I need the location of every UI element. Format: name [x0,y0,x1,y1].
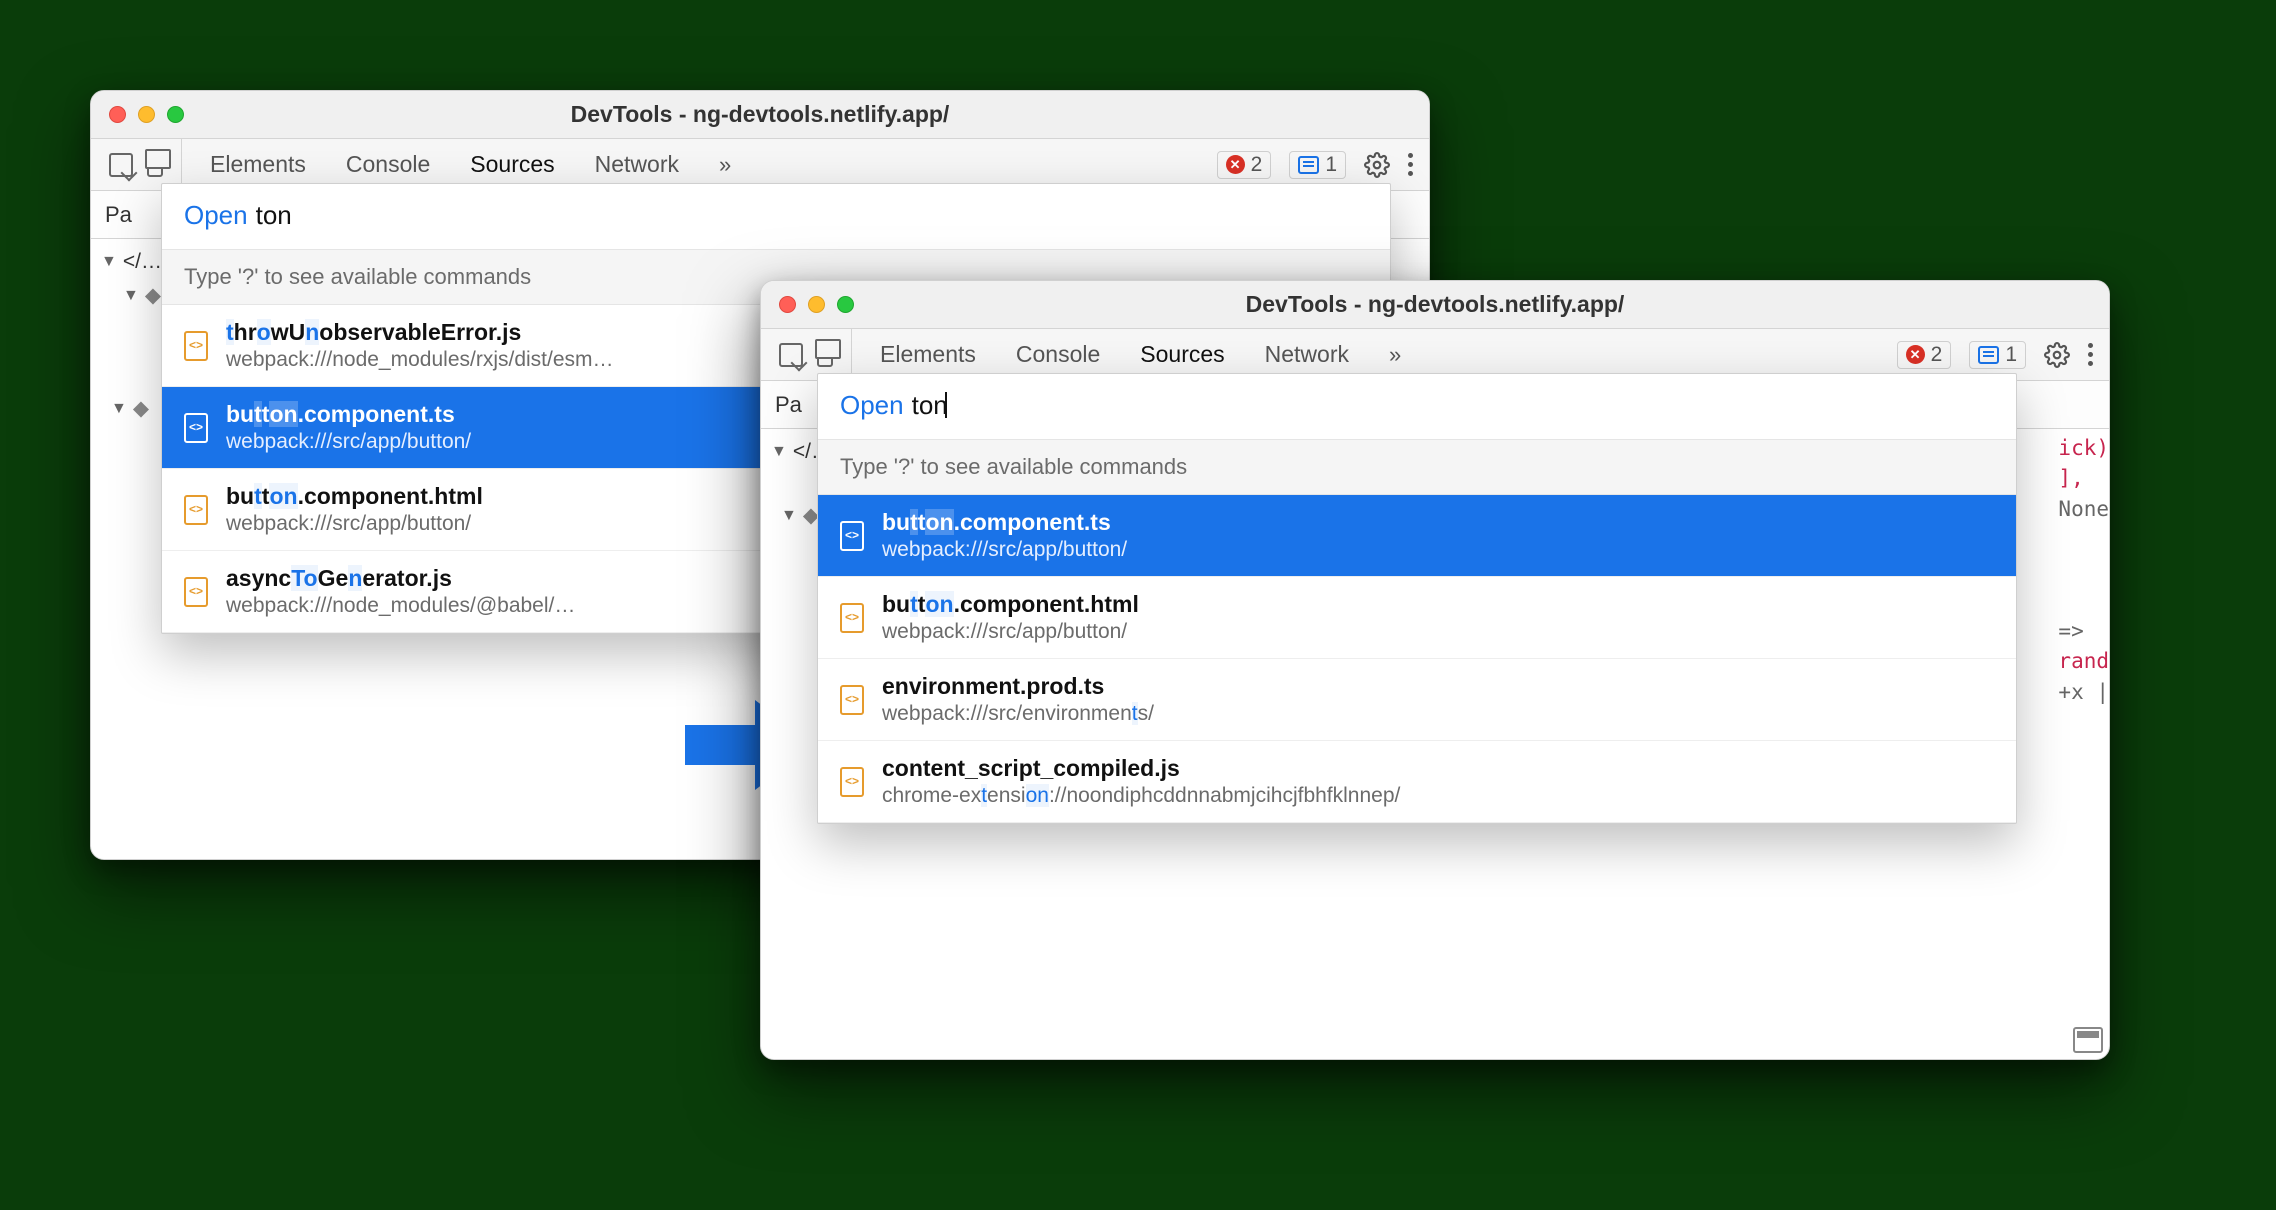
result-filename: button.component.html [226,483,483,510]
result-filename: button.component.ts [226,401,471,428]
maximize-button[interactable] [837,296,854,313]
gear-icon[interactable] [1364,152,1390,178]
palette-query-text: ton [256,200,292,231]
palette-result[interactable]: environment.prod.tswebpack:///src/enviro… [818,659,2016,741]
inspect-element-icon[interactable] [109,153,133,177]
file-icon [184,577,208,607]
error-count-badge[interactable]: ✕2 [1217,151,1272,179]
error-count-badge[interactable]: ✕2 [1897,341,1952,369]
tab-sources[interactable]: Sources [1140,341,1224,368]
close-button[interactable] [109,106,126,123]
result-path: webpack:///src/app/button/ [226,430,471,454]
result-filename: throwUnobservableError.js [226,319,614,346]
palette-query-row[interactable]: Open ton [162,184,1390,250]
tree-row: </… [123,245,162,279]
result-filename: asyncToGenerator.js [226,565,575,592]
minimize-button[interactable] [808,296,825,313]
message-count: 1 [2005,343,2017,367]
kebab-menu-icon[interactable] [2088,343,2093,366]
file-icon [184,495,208,525]
result-filename: content_script_compiled.js [882,755,1400,782]
result-path: webpack:///src/app/button/ [882,620,1139,644]
palette-result[interactable]: button.component.htmlwebpack:///src/app/… [818,577,2016,659]
result-path: webpack:///node_modules/@babel/… [226,594,575,618]
kebab-menu-icon[interactable] [1408,153,1413,176]
result-path: webpack:///src/app/button/ [226,512,483,536]
window-title: DevTools - ng-devtools.netlify.app/ [761,291,2109,318]
drawer-toggle-icon[interactable] [2073,1027,2103,1053]
message-count: 1 [1325,153,1337,177]
tab-elements[interactable]: Elements [880,341,976,368]
file-icon [184,331,208,361]
message-count-badge[interactable]: 1 [1969,341,2026,369]
palette-results: button.component.tswebpack:///src/app/bu… [818,495,2016,823]
window-titlebar: DevTools - ng-devtools.netlify.app/ [761,281,2109,329]
window-titlebar: DevTools - ng-devtools.netlify.app/ [91,91,1429,139]
file-icon [840,685,864,715]
result-path: webpack:///src/app/button/ [882,538,1127,562]
maximize-button[interactable] [167,106,184,123]
traffic-lights [779,296,854,313]
palette-hint: Type '?' to see available commands [818,440,2016,495]
result-path: webpack:///src/environments/ [882,702,1154,726]
gear-icon[interactable] [2044,342,2070,368]
file-icon [840,767,864,797]
message-count-badge[interactable]: 1 [1289,151,1346,179]
tab-network[interactable]: Network [595,151,679,178]
devtools-window-after: DevTools - ng-devtools.netlify.app/ Elem… [760,280,2110,1060]
tab-sources[interactable]: Sources [470,151,554,178]
result-filename: environment.prod.ts [882,673,1154,700]
text-caret [945,392,947,418]
close-button[interactable] [779,296,796,313]
minimize-button[interactable] [138,106,155,123]
window-title: DevTools - ng-devtools.netlify.app/ [91,101,1429,128]
error-count: 2 [1251,153,1263,177]
file-icon [840,521,864,551]
error-count: 2 [1931,343,1943,367]
overflow-tabs-icon[interactable]: » [719,152,731,178]
tab-console[interactable]: Console [1016,341,1100,368]
tab-elements[interactable]: Elements [210,151,306,178]
result-path: webpack:///node_modules/rxjs/dist/esm… [226,348,614,372]
result-path: chrome-extension://noondiphcddnnabmjcihc… [882,784,1400,808]
file-icon [840,603,864,633]
result-filename: button.component.ts [882,509,1127,536]
tab-network[interactable]: Network [1265,341,1349,368]
subbar-text: Pa [775,392,802,418]
file-icon [184,413,208,443]
palette-query-text: ton [912,390,948,420]
device-mode-icon[interactable] [147,153,163,177]
traffic-lights [109,106,184,123]
inspect-element-icon[interactable] [779,343,803,367]
palette-query-row[interactable]: Open ton [818,374,2016,440]
device-mode-icon[interactable] [817,343,833,367]
tab-console[interactable]: Console [346,151,430,178]
palette-result[interactable]: button.component.tswebpack:///src/app/bu… [818,495,2016,577]
palette-open-label: Open [184,200,248,231]
overflow-tabs-icon[interactable]: » [1389,342,1401,368]
result-filename: button.component.html [882,591,1139,618]
command-palette: Open ton Type '?' to see available comma… [817,373,2017,824]
editor-code-peek: ick) ], None => rand +x | [2058,429,2109,1059]
subbar-text: Pa [105,202,132,228]
palette-open-label: Open [840,390,904,421]
palette-result[interactable]: content_script_compiled.jschrome-extensi… [818,741,2016,823]
